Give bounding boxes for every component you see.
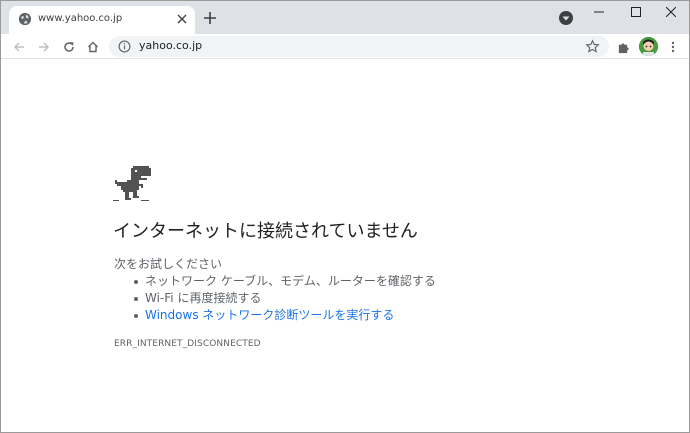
error-code: ERR_INTERNET_DISCONNECTED [114,339,261,349]
close-icon [666,7,676,17]
reload-button[interactable] [60,38,78,56]
close-icon [177,14,187,24]
forward-button[interactable] [35,38,53,56]
info-icon[interactable] [118,40,131,53]
kebab-menu-icon [671,41,675,53]
toolbar: yahoo.co.jp [1,34,689,59]
tab-active[interactable]: www.yahoo.co.jp [9,6,195,34]
tab-search-button[interactable] [558,10,574,26]
minimize-icon [594,11,604,13]
tab-close-button[interactable] [176,13,188,25]
error-heading: インターネットに接続されていません [113,221,418,242]
url-text[interactable]: yahoo.co.jp [139,39,202,52]
back-button[interactable] [10,38,28,56]
maximize-button[interactable] [618,1,654,23]
avatar-icon [639,37,658,56]
page-content: インターネットに接続されていません 次をお試しください ネットワーク ケーブル、… [1,60,689,432]
star-icon[interactable] [585,39,600,54]
tab-strip: www.yahoo.co.jp [1,1,689,34]
suggestions-list: ネットワーク ケーブル、モデム、ルーターを確認する Wi-Fi に再度接続する … [131,273,436,324]
network-diagnostics-link[interactable]: Windows ネットワーク診断ツールを実行する [131,307,436,324]
menu-button[interactable] [664,38,682,56]
plus-icon [204,12,216,24]
forward-arrow-icon [39,42,50,52]
window-close-button[interactable] [653,1,689,23]
back-arrow-icon [13,42,24,52]
tab-title: www.yahoo.co.jp [38,13,123,24]
suggestion-item: ネットワーク ケーブル、モデム、ルーターを確認する [131,273,436,290]
new-tab-button[interactable] [201,9,219,27]
suggestion-item: Wi-Fi に再度接続する [131,290,436,307]
home-button[interactable] [84,38,102,56]
address-bar[interactable]: yahoo.co.jp [109,36,609,57]
globe-icon [18,12,32,26]
home-icon [88,41,98,53]
suggestions-title: 次をお試しください [114,257,223,271]
browser-window: www.yahoo.co.jp yahoo.co.jp インターネットに接続され… [0,0,690,433]
puzzle-icon [618,42,629,53]
profile-avatar[interactable] [639,37,658,56]
dino-icon [113,166,151,201]
minimize-button[interactable] [581,1,617,23]
extensions-button[interactable] [614,38,632,56]
reload-icon [64,42,74,52]
maximize-icon [631,7,641,17]
